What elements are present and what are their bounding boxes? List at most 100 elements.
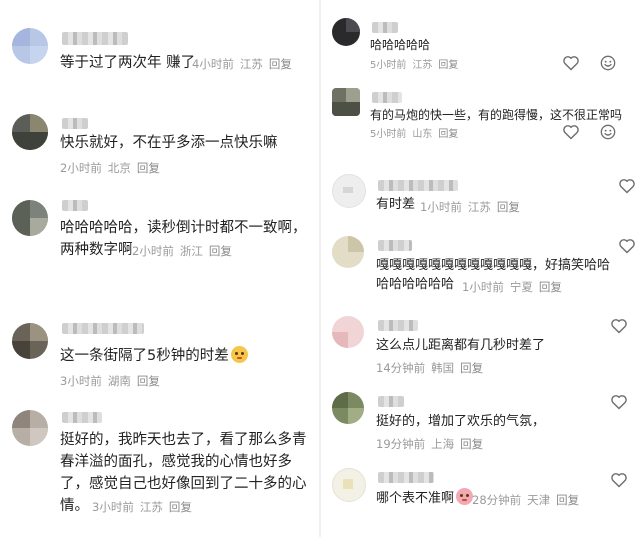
comment-meta: 5小时前 山东 回复: [370, 125, 464, 140]
reply-button[interactable]: 回复: [539, 280, 562, 294]
username-blurred[interactable]: [378, 180, 458, 191]
comment-text: 有时差: [376, 197, 416, 212]
comment-time: 3小时前: [92, 500, 134, 514]
avatar[interactable]: [12, 114, 48, 150]
comment-text-line: 这一条街隔了5秒钟的时差: [60, 348, 229, 364]
avatar[interactable]: [332, 392, 364, 424]
comment-time: 19分钟前: [376, 437, 426, 451]
smile-emoji-icon[interactable]: [600, 55, 616, 71]
heart-outline-icon[interactable]: [618, 178, 636, 194]
comment-item: 挺好的，我昨天也去了，看了那么多青 春洋溢的面孔，感觉我的心情也好多 了，感觉自…: [0, 398, 318, 528]
heart-outline-icon[interactable]: [562, 55, 580, 71]
comment-item: 哪个表不准啊 28分钟前 天津 回复: [322, 460, 640, 530]
username-blurred[interactable]: [372, 92, 402, 103]
comment-text: 哪个表不准啊: [376, 488, 474, 509]
comment-meta: 28分钟前 天津 回复: [472, 492, 585, 508]
avatar[interactable]: [12, 323, 48, 359]
column-divider: [319, 0, 321, 537]
comment-text: 哈哈哈哈哈: [370, 38, 431, 52]
comment-text: 情。: [60, 498, 89, 514]
username-blurred[interactable]: [62, 32, 128, 45]
comment-text: 等于过了两次年 赚了: [60, 55, 196, 71]
username-blurred[interactable]: [378, 396, 404, 407]
comment-meta: 4小时前 江苏 回复: [192, 56, 298, 72]
pig-emoji-icon: [456, 488, 474, 505]
reply-button[interactable]: 回复: [438, 60, 458, 71]
comment-region: 天津: [527, 493, 551, 507]
comment-region: 北京: [107, 161, 131, 175]
comment-item: 这么点儿距离都有几秒时差了 14分钟前 韩国 回复: [322, 310, 640, 380]
heart-outline-icon[interactable]: [610, 318, 628, 334]
smile-emoji-icon[interactable]: [600, 124, 616, 140]
avatar[interactable]: [332, 236, 364, 268]
comment-time: 2小时前: [60, 161, 102, 175]
reply-button[interactable]: 回复: [169, 500, 192, 514]
avatar[interactable]: [12, 28, 48, 64]
comment-item: 快乐就好，不在乎多添一点快乐嘛 2小时前 北京 回复: [0, 100, 318, 180]
reply-button[interactable]: 回复: [460, 437, 483, 451]
reply-button[interactable]: 回复: [460, 361, 483, 375]
comment-meta: 1小时前 宁夏 回复: [462, 279, 568, 295]
comment-text: 春洋溢的面孔，感觉我的心情也好多: [60, 454, 292, 470]
comment-time: 2小时前: [132, 244, 174, 258]
comment-meta: 14分钟前 韩国 回复: [376, 360, 489, 376]
comment-region: 韩国: [431, 361, 455, 375]
comment-region: 江苏: [139, 500, 163, 514]
comment-meta: 19分钟前 上海 回复: [376, 436, 489, 452]
comment-item: 有时差 1小时前 江苏 回复: [322, 168, 640, 218]
heart-outline-icon[interactable]: [610, 394, 628, 410]
username-blurred[interactable]: [62, 323, 144, 334]
reply-button[interactable]: 回复: [497, 200, 520, 214]
comment-text: 快乐就好，不在乎多添一点快乐嘛: [60, 135, 278, 151]
avatar[interactable]: [332, 316, 364, 348]
comment-region: 江苏: [239, 57, 263, 71]
comment-text: 了，感觉自己也好像回到了二十多的心: [60, 476, 307, 492]
reply-button[interactable]: 回复: [438, 129, 458, 140]
comment-text: 挺好的，增加了欢乐的气氛，: [376, 414, 546, 429]
username-blurred[interactable]: [378, 240, 412, 251]
avatar[interactable]: [332, 468, 366, 502]
heart-outline-icon[interactable]: [562, 124, 580, 140]
avatar[interactable]: [332, 174, 366, 208]
comment-text: 哈哈哈哈哈哈: [376, 277, 455, 292]
comment-time: 3小时前: [60, 374, 102, 388]
comment-time: 5小时前: [370, 129, 407, 140]
comment-text: 这一条街隔了5秒钟的时差: [60, 344, 248, 368]
username-blurred[interactable]: [62, 200, 88, 211]
comment-time: 4小时前: [192, 57, 234, 71]
comment-meta: 2小时前 北京 回复: [60, 160, 166, 176]
comment-meta: 1小时前 江苏 回复: [420, 199, 526, 215]
username-blurred[interactable]: [378, 472, 434, 483]
reply-button[interactable]: 回复: [269, 57, 292, 71]
comment-time: 28分钟前: [472, 493, 522, 507]
avatar[interactable]: [332, 88, 360, 116]
comment-text: 嘎嘎嘎嘎嘎嘎嘎嘎嘎嘎嘎嘎，好搞笑哈哈: [376, 258, 611, 273]
reply-button[interactable]: 回复: [137, 374, 160, 388]
comment-item: 嘎嘎嘎嘎嘎嘎嘎嘎嘎嘎嘎嘎，好搞笑哈哈 哈哈哈哈哈哈 1小时前 宁夏 回复: [322, 230, 640, 300]
heart-outline-icon[interactable]: [618, 238, 636, 254]
comment-item: 哈哈哈哈哈，读秒倒计时都不一致啊， 两种数字啊 2小时前 浙江 回复: [0, 192, 318, 272]
comment-time: 1小时前: [420, 200, 462, 214]
username-blurred[interactable]: [372, 22, 398, 33]
comment-meta: 5小时前 江苏 回复: [370, 56, 464, 71]
username-blurred[interactable]: [62, 118, 88, 129]
comment-meta: 3小时前 湖南 回复: [60, 373, 166, 389]
comment-text: 挺好的，我昨天也去了，看了那么多青: [60, 432, 307, 448]
comment-meta: 3小时前 江苏 回复: [92, 499, 198, 515]
reply-button[interactable]: 回复: [209, 244, 232, 258]
comment-region: 浙江: [179, 244, 203, 258]
avatar[interactable]: [12, 410, 48, 446]
username-blurred[interactable]: [62, 412, 102, 423]
comment-meta: 2小时前 浙江 回复: [132, 243, 238, 259]
avatar[interactable]: [12, 200, 48, 236]
comment-time: 1小时前: [462, 280, 504, 294]
reply-button[interactable]: 回复: [137, 161, 160, 175]
username-blurred[interactable]: [378, 320, 418, 331]
comment-item: 有的马炮的快一些，有的跑得慢，这不很正常吗 5小时前 山东 回复: [322, 80, 640, 142]
reply-button[interactable]: 回复: [556, 493, 579, 507]
comment-item: 这一条街隔了5秒钟的时差 3小时前 湖南 回复: [0, 315, 318, 395]
laughing-emoji-icon: [230, 346, 248, 363]
avatar[interactable]: [332, 18, 360, 46]
heart-outline-icon[interactable]: [610, 472, 628, 488]
comment-time: 14分钟前: [376, 361, 426, 375]
